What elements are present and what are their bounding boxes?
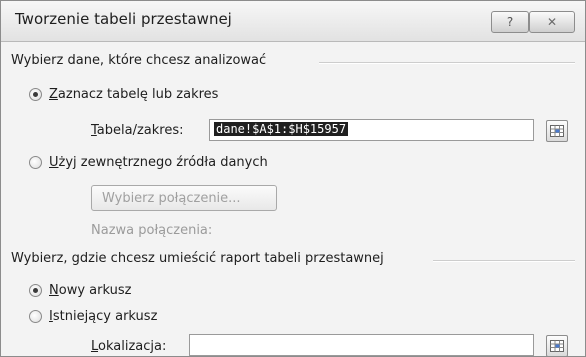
range-field-label: Tabela/zakres:: [91, 123, 184, 138]
select-range-label: Zaznacz tabelę lub zakres: [49, 87, 219, 102]
existing-worksheet-radio[interactable]: [29, 310, 42, 323]
close-icon: ✕: [546, 15, 558, 29]
collapse-dialog-icon: [550, 125, 564, 137]
section-divider: [433, 260, 575, 262]
existing-worksheet-label: Istniejący arkusz: [49, 309, 158, 324]
dialog-title: Tworzenie tabeli przestawnej: [15, 10, 232, 28]
external-source-option[interactable]: Użyj zewnętrznego źródła danych: [29, 155, 268, 170]
connection-name-label: Nazwa połączenia:: [91, 223, 213, 238]
choose-data-heading: Wybierz dane, które chcesz analizować: [11, 53, 267, 68]
select-range-radio[interactable]: [29, 88, 42, 101]
collapse-dialog-icon: [550, 340, 564, 352]
external-source-label: Użyj zewnętrznego źródła danych: [49, 155, 268, 170]
title-bar: Tworzenie tabeli przestawnej ? ✕: [1, 1, 585, 42]
range-input-value: dane!$A$1:$H$15957: [214, 122, 349, 136]
section-divider: [319, 62, 575, 64]
range-picker-button[interactable]: [546, 120, 568, 142]
external-source-radio[interactable]: [29, 156, 42, 169]
location-picker-button[interactable]: [546, 335, 568, 357]
close-button[interactable]: ✕: [529, 11, 575, 33]
choose-location-heading: Wybierz, gdzie chcesz umieścić raport ta…: [11, 251, 384, 266]
new-worksheet-label: Nowy arkusz: [49, 283, 132, 298]
location-field-label: Lokalizacja:: [91, 339, 167, 354]
new-worksheet-radio[interactable]: [29, 284, 42, 297]
choose-connection-button[interactable]: Wybierz połączenie...: [91, 185, 277, 211]
location-input[interactable]: [189, 334, 534, 356]
existing-worksheet-option[interactable]: Istniejący arkusz: [29, 309, 157, 324]
choose-connection-label: Wybierz połączenie...: [102, 190, 241, 206]
create-pivot-table-dialog: Tworzenie tabeli przestawnej ? ✕ Wybierz…: [0, 0, 586, 357]
help-button[interactable]: ?: [491, 11, 529, 33]
select-range-option[interactable]: Zaznacz tabelę lub zakres: [29, 87, 218, 102]
question-icon: ?: [506, 15, 514, 29]
new-worksheet-option[interactable]: Nowy arkusz: [29, 283, 131, 298]
range-input[interactable]: dane!$A$1:$H$15957: [209, 119, 534, 141]
